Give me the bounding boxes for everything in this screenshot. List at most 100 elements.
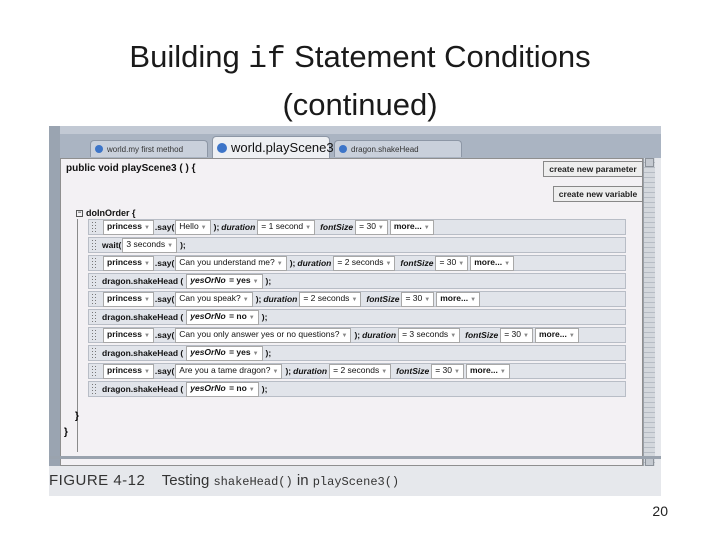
triangle-down-icon: ▼ [351, 296, 358, 303]
do-in-order-label: doInOrder { [86, 208, 136, 218]
tab-world-playscene3[interactable]: world.playScene3 [212, 136, 334, 158]
statement-row[interactable]: dragon.shakeHead ( yesOrNo = no ▼ ); [88, 309, 626, 325]
fontsize-tile[interactable]: = 30 ▼ [500, 327, 533, 343]
argument-tile[interactable]: Can you understand me? ▼ [175, 255, 287, 271]
call-close: ); [265, 348, 272, 358]
caption-divider [49, 456, 661, 459]
argument-tile[interactable]: yesOrNo = yes ▼ [186, 345, 263, 361]
fontsize-tile[interactable]: = 30 ▼ [431, 363, 464, 379]
argument-tile[interactable]: Can you speak? ▼ [175, 291, 253, 307]
statement-row[interactable]: princess ▼ .say( Are you a tame dragon? ▼ … [88, 363, 626, 379]
duration-tile[interactable]: = 2 seconds ▼ [333, 255, 396, 271]
drag-grip-icon[interactable] [91, 383, 97, 395]
statement-row[interactable]: princess ▼ .say( Can you only answer yes … [88, 327, 626, 343]
object-tile[interactable]: princess ▼ [103, 327, 154, 343]
triangle-down-icon: ▼ [504, 260, 511, 267]
caption-code: playScene3() [312, 475, 400, 489]
left-strip [49, 126, 60, 466]
title-line-2: (continued) [282, 87, 438, 122]
argument-tile[interactable]: Hello ▼ [175, 219, 211, 235]
do-in-order-block[interactable]: − doInOrder { [76, 208, 136, 218]
fontsize-tile[interactable]: = 30 ▼ [355, 219, 388, 235]
top-strip [49, 126, 661, 134]
call-close: ); [285, 366, 292, 376]
triangle-down-icon: ▼ [143, 260, 150, 267]
param-label: duration [362, 330, 397, 340]
duration-tile[interactable]: = 1 second ▼ [257, 219, 316, 235]
argument-tile[interactable]: 3 seconds ▼ [122, 237, 178, 253]
drag-grip-icon[interactable] [91, 239, 97, 251]
object-tile[interactable]: princess ▼ [103, 219, 154, 235]
alice-screenshot: world.my first method world.playScene3 d… [49, 126, 661, 496]
drag-grip-icon[interactable] [91, 221, 97, 233]
argument-tile[interactable]: Are you a tame dragon? ▼ [175, 363, 283, 379]
call-close: ); [289, 258, 296, 268]
triangle-down-icon: ▼ [276, 260, 283, 267]
tab-dragon-shakehead[interactable]: dragon.shakeHead [334, 140, 462, 157]
argument-tile[interactable]: yesOrNo = no ▼ [186, 309, 259, 325]
triangle-down-icon: ▼ [305, 224, 312, 231]
param-label: fontSize [465, 330, 499, 340]
title-text-b: Statement Conditions [285, 39, 591, 74]
object-tile[interactable]: princess ▼ [103, 291, 154, 307]
drag-grip-icon[interactable] [91, 257, 97, 269]
statement-row[interactable]: dragon.shakeHead ( yesOrNo = no ▼ ); [88, 381, 626, 397]
duration-tile[interactable]: = 2 seconds ▼ [329, 363, 392, 379]
method-signature: public void playScene3 ( ) { [66, 163, 196, 174]
triangle-down-icon: ▼ [450, 332, 457, 339]
triangle-down-icon: ▼ [143, 224, 150, 231]
argument-tile[interactable]: yesOrNo = no ▼ [186, 381, 259, 397]
drag-grip-icon[interactable] [91, 275, 97, 287]
drag-grip-icon[interactable] [91, 347, 97, 359]
drag-grip-icon[interactable] [91, 329, 97, 341]
object-tile[interactable]: princess ▼ [103, 255, 154, 271]
drag-grip-icon[interactable] [91, 365, 97, 377]
tab-label: dragon.shakeHead [351, 144, 419, 154]
more-button[interactable]: more... ▼ [534, 327, 579, 343]
fontsize-tile[interactable]: = 30 ▼ [435, 255, 469, 271]
statement-row[interactable]: wait( 3 seconds ▼ ); [88, 237, 626, 253]
tab-world-my-first-method[interactable]: world.my first method [90, 140, 208, 157]
method-close: } [64, 427, 68, 438]
fontsize-tile[interactable]: = 30 ▼ [401, 291, 435, 307]
triangle-down-icon: ▼ [242, 296, 249, 303]
create-new-variable-button[interactable]: create new variable [553, 186, 643, 202]
triangle-down-icon: ▼ [272, 368, 279, 375]
drag-grip-icon[interactable] [91, 293, 97, 305]
duration-tile[interactable]: = 3 seconds ▼ [398, 327, 461, 343]
circle-icon [339, 145, 347, 153]
drag-grip-icon[interactable] [91, 311, 97, 323]
caption-text: in [296, 472, 309, 489]
call-close: ); [261, 384, 268, 394]
argument-tile[interactable]: Can you only answer yes or no questions?… [175, 327, 352, 343]
more-button[interactable]: more... ▼ [436, 291, 481, 307]
statement-row[interactable]: dragon.shakeHead ( yesOrNo = yes ▼ ); [88, 345, 626, 361]
triangle-down-icon: ▼ [248, 314, 255, 321]
create-new-parameter-button[interactable]: create new parameter [543, 161, 643, 177]
triangle-down-icon: ▼ [167, 242, 174, 249]
more-button[interactable]: more... ▼ [389, 219, 434, 235]
statement-row[interactable]: princess ▼ .say( Can you speak? ▼ ); durat… [88, 291, 626, 307]
figure-caption: FIGURE 4-12 Testing shakeHead() in playS… [49, 472, 399, 489]
triangle-down-icon: ▼ [200, 224, 207, 231]
param-label: duration [221, 222, 256, 232]
more-button[interactable]: more... ▼ [470, 255, 515, 271]
page-number: 20 [652, 503, 668, 519]
statement-row[interactable]: dragon.shakeHead ( yesOrNo = yes ▼ ); [88, 273, 626, 289]
triangle-down-icon: ▼ [252, 278, 259, 285]
vertical-scrollbar[interactable] [643, 158, 655, 466]
scroll-up-icon[interactable] [645, 158, 654, 167]
method-call: dragon.shakeHead ( [102, 276, 184, 286]
statement-row[interactable]: princess ▼ .say( Can you understand me? ▼ … [88, 255, 626, 271]
minus-box-icon[interactable]: − [76, 209, 83, 217]
triangle-down-icon: ▼ [499, 368, 506, 375]
argument-tile[interactable]: yesOrNo = yes ▼ [186, 273, 263, 289]
more-button[interactable]: more... ▼ [465, 363, 510, 379]
param-label: duration [263, 294, 298, 304]
param-label: fontSize [400, 258, 434, 268]
triangle-down-icon: ▼ [143, 368, 150, 375]
object-tile[interactable]: princess ▼ [103, 363, 154, 379]
duration-tile[interactable]: = 2 seconds ▼ [299, 291, 362, 307]
param-label: duration [293, 366, 328, 376]
statement-row[interactable]: princess ▼ .say( Hello ▼ ); duration = 1 s… [88, 219, 626, 235]
